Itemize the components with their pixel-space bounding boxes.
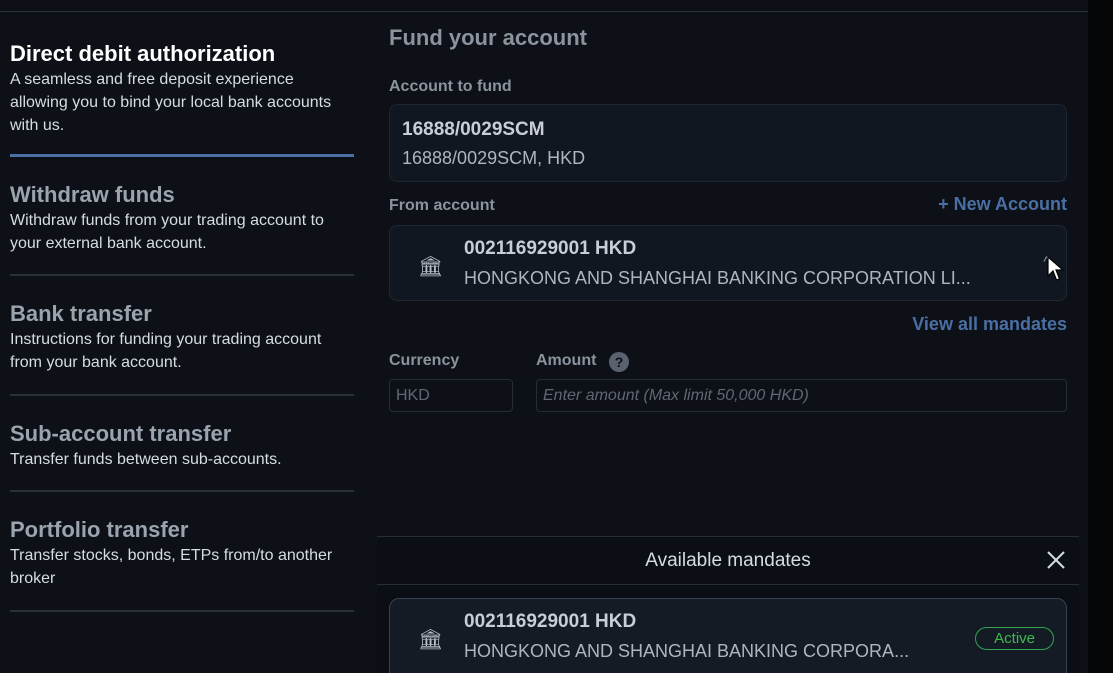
funding-options-sidebar: Direct debit authorization A seamless an… <box>10 40 354 612</box>
currency-field[interactable]: HKD <box>389 379 513 412</box>
mandate-account-number: 002116929001 HKD <box>464 611 637 632</box>
close-icon[interactable] <box>1045 549 1067 571</box>
account-number: 16888/0029SCM <box>402 119 545 140</box>
from-account-selector[interactable]: 🏛 002116929001 HKD HONGKONG AND SHANGHAI… <box>389 225 1067 301</box>
sidebar-item-sub-account-transfer[interactable]: Sub-account transfer Transfer funds betw… <box>10 396 354 492</box>
mandate-card[interactable]: 🏛 002116929001 HKD HONGKONG AND SHANGHAI… <box>389 598 1067 673</box>
bank-icon: 🏛 <box>418 256 444 278</box>
account-to-fund-card[interactable]: 16888/0029SCM 16888/0029SCM, HKD <box>389 104 1067 182</box>
sidebar-item-title: Sub-account transfer <box>10 421 232 446</box>
sidebar-item-direct-debit[interactable]: Direct debit authorization A seamless an… <box>10 40 354 157</box>
sidebar-item-description: Instructions for funding your trading ac… <box>10 331 322 371</box>
bank-icon: 🏛 <box>418 629 444 651</box>
sidebar-item-title: Direct debit authorization <box>10 41 276 66</box>
account-to-fund-label: Account to fund <box>389 78 512 95</box>
from-account-label: From account <box>389 197 495 214</box>
from-account-bank-name: HONGKONG AND SHANGHAI BANKING CORPORATIO… <box>464 268 971 288</box>
page-title: Fund your account <box>389 25 587 50</box>
from-account-number: 002116929001 HKD <box>464 238 637 259</box>
sidebar-item-withdraw-funds[interactable]: Withdraw funds Withdraw funds from your … <box>10 157 354 276</box>
new-account-link[interactable]: + New Account <box>938 194 1067 215</box>
window-edge <box>1088 0 1113 673</box>
available-mandates-sheet: Available mandates 🏛 002116929001 HKD HO… <box>377 536 1079 673</box>
view-all-mandates-link[interactable]: View all mandates <box>912 314 1067 335</box>
sidebar-item-title: Portfolio transfer <box>10 517 189 542</box>
amount-label: Amount <box>536 352 597 369</box>
account-subtitle: 16888/0029SCM, HKD <box>402 148 586 168</box>
sidebar-item-description: Transfer stocks, bonds, ETPs from/to ano… <box>10 547 333 587</box>
status-badge: Active <box>975 627 1054 650</box>
sidebar-item-description: Transfer funds between sub-accounts. <box>10 451 282 468</box>
sidebar-item-description: A seamless and free deposit experience a… <box>10 71 332 134</box>
sidebar-item-bank-transfer[interactable]: Bank transfer Instructions for funding y… <box>10 276 354 396</box>
sidebar-item-title: Bank transfer <box>10 301 152 326</box>
sidebar-item-description: Withdraw funds from your trading account… <box>10 212 324 252</box>
currency-label: Currency <box>389 352 460 369</box>
amount-input[interactable]: Enter amount (Max limit 50,000 HKD) <box>536 379 1067 412</box>
mouse-cursor-icon <box>1047 256 1065 281</box>
sheet-title: Available mandates <box>645 550 811 571</box>
sidebar-item-portfolio-transfer[interactable]: Portfolio transfer Transfer stocks, bond… <box>10 492 354 612</box>
help-icon[interactable]: ? <box>609 352 629 372</box>
sheet-header: Available mandates <box>377 537 1079 585</box>
sidebar-item-title: Withdraw funds <box>10 182 175 207</box>
